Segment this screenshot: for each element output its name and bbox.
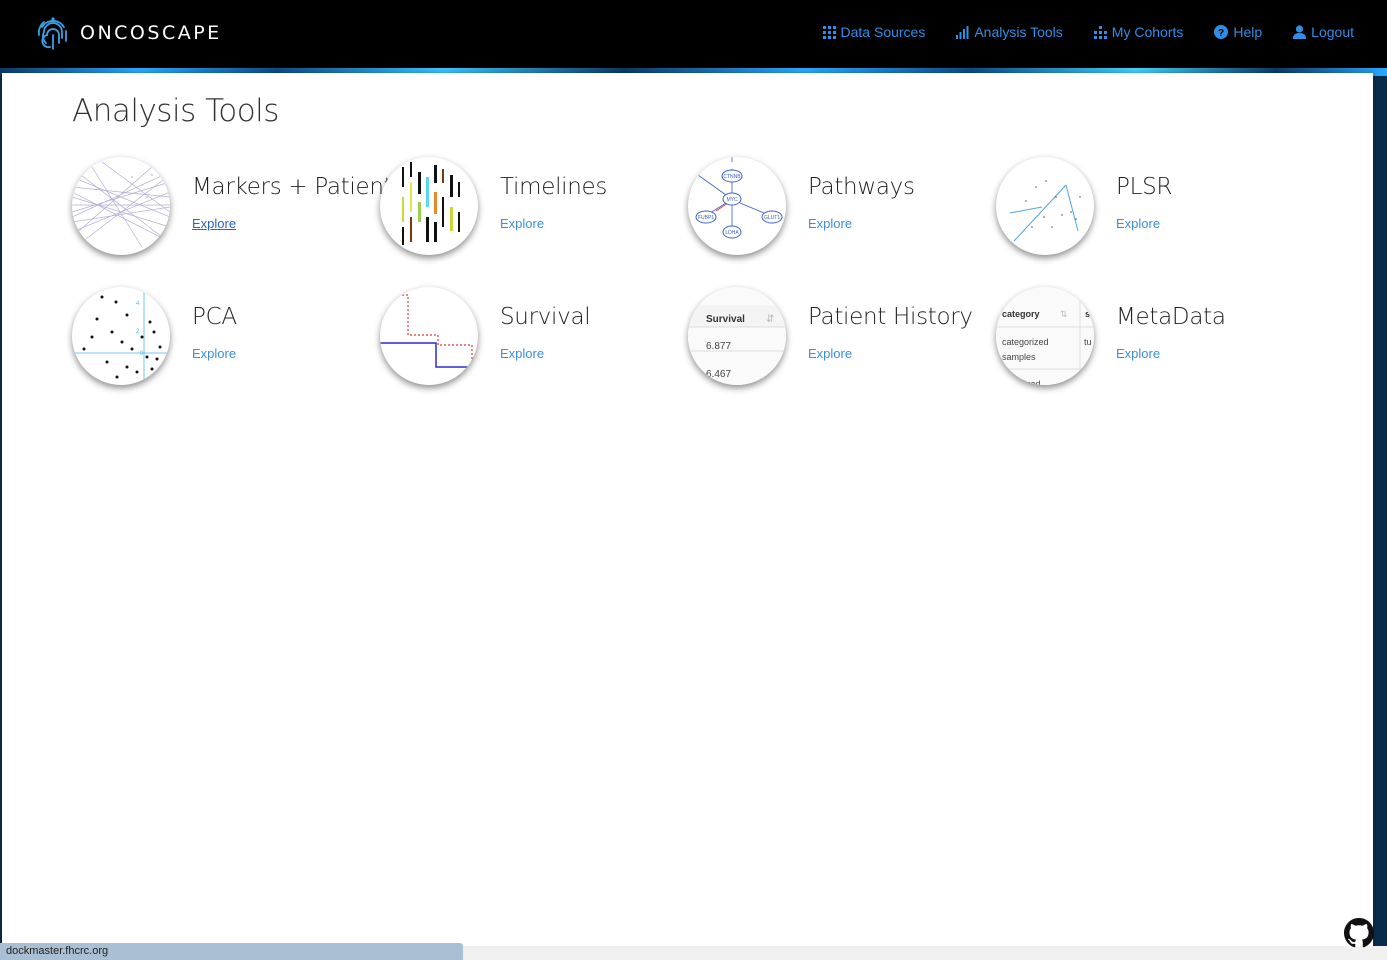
cohort-icon xyxy=(1093,25,1107,39)
nav-label: Analysis Tools xyxy=(974,24,1063,40)
pathway-node-label: LDHA xyxy=(725,230,739,236)
tool-thumbnail[interactable] xyxy=(380,287,478,385)
pathway-node-label: CTNNB xyxy=(723,174,741,180)
tool-thumbnail[interactable]: category ⇅ s categorized samples tu oriz… xyxy=(996,287,1094,385)
tool-name: Timelines xyxy=(500,174,608,200)
tool-name: PLSR xyxy=(1116,174,1173,200)
tool-card-survival: Survival Explore xyxy=(380,287,680,391)
explore-link[interactable]: Explore xyxy=(500,216,544,231)
nav-analysis-tools[interactable]: Analysis Tools xyxy=(956,24,1063,40)
nav-label: Help xyxy=(1233,24,1263,40)
explore-link[interactable]: Explore xyxy=(192,346,236,361)
tool-thumbnail[interactable] xyxy=(996,157,1094,255)
tool-thumbnail[interactable]: 4 2 0 xyxy=(72,287,170,385)
tool-card-pathways: CTNNB MYC FUBP1 GLUT1 LDHA Pathways Expl… xyxy=(688,157,988,261)
tool-name: Patient History xyxy=(808,304,973,330)
tool-card-patient-history: Survival ⇵ 6.877 6.467 Patient History E… xyxy=(688,287,988,391)
svg-text:⇵: ⇵ xyxy=(766,314,774,325)
tool-thumbnail[interactable] xyxy=(380,157,478,255)
tool-card-plsr: PLSR Explore xyxy=(996,157,1296,261)
tool-card-timelines: Timelines Explore xyxy=(380,157,680,261)
bar-chart-icon xyxy=(956,25,969,39)
tool-name: Survival xyxy=(500,304,591,330)
nav-label: Data Sources xyxy=(840,24,926,40)
table-cell: tu xyxy=(1084,337,1092,347)
question-circle-icon: ? xyxy=(1214,25,1229,39)
axis-tick-label: 2 xyxy=(136,329,140,335)
table-header: category xyxy=(1002,309,1040,319)
svg-text:⇅: ⇅ xyxy=(1060,309,1068,319)
nav-data-sources[interactable]: Data Sources xyxy=(822,24,926,40)
explore-link[interactable]: Explore xyxy=(500,346,544,361)
svg-text:?: ? xyxy=(1218,28,1224,39)
explore-link[interactable]: Explore xyxy=(808,346,852,361)
tool-name: Pathways xyxy=(808,174,915,200)
nav-logout[interactable]: Logout xyxy=(1293,24,1354,40)
tool-name: MetaData xyxy=(1116,304,1226,330)
nav-my-cohorts[interactable]: My Cohorts xyxy=(1093,24,1184,40)
status-bar-url: dockmaster.fhcrc.org xyxy=(0,943,463,960)
axis-tick-label: 0 xyxy=(140,351,144,357)
tool-name: Markers + Patients xyxy=(192,174,405,200)
explore-link[interactable]: Explore xyxy=(1116,216,1160,231)
table-cell: categorized xyxy=(1002,337,1049,347)
tool-thumbnail[interactable]: Survival ⇵ 6.877 6.467 xyxy=(688,287,786,385)
top-navbar: ONCOSCAPE Data Sources Analysis Tools My… xyxy=(0,0,1387,70)
grid-icon xyxy=(822,25,836,39)
pathway-node-label: MYC xyxy=(726,197,738,203)
page-title: Analysis Tools xyxy=(72,93,279,129)
table-cell: 6.467 xyxy=(706,369,731,380)
tool-thumbnail[interactable]: CTNNB MYC FUBP1 GLUT1 LDHA xyxy=(688,157,786,255)
tool-card-pca: 4 2 0 PCA Explore xyxy=(72,287,372,391)
table-cell: samples xyxy=(1002,352,1036,362)
table-cell: orized xyxy=(1016,379,1041,385)
tool-card-metadata: category ⇅ s categorized samples tu oriz… xyxy=(996,287,1296,391)
brand-name: ONCOSCAPE xyxy=(80,22,222,44)
nav-label: Logout xyxy=(1311,24,1354,40)
pathway-node-label: FUBP1 xyxy=(698,215,714,221)
nav-label: My Cohorts xyxy=(1111,24,1184,40)
axis-tick-label: 4 xyxy=(136,301,140,307)
pathway-node-label: GLUT1 xyxy=(764,215,780,221)
table-header: s xyxy=(1085,309,1090,319)
fingerprint-icon xyxy=(37,17,67,50)
github-icon[interactable] xyxy=(1344,918,1374,948)
brand[interactable]: ONCOSCAPE xyxy=(36,13,222,53)
main-panel: Analysis Tools Markers + Patients Explor… xyxy=(2,73,1373,946)
tool-thumbnail[interactable] xyxy=(72,157,170,255)
table-cell: 6.877 xyxy=(706,341,731,352)
nav-help[interactable]: ? Help xyxy=(1214,24,1262,40)
table-header: Survival xyxy=(706,314,745,325)
explore-link[interactable]: Explore xyxy=(808,216,852,231)
tool-card-markers-patients: Markers + Patients Explore xyxy=(72,157,404,261)
explore-link[interactable]: Explore xyxy=(1116,346,1160,361)
tool-name: PCA xyxy=(192,304,237,330)
user-icon xyxy=(1293,25,1307,39)
explore-link[interactable]: Explore xyxy=(192,216,236,231)
main-nav: Data Sources Analysis Tools My Cohorts ?… xyxy=(792,24,1354,40)
